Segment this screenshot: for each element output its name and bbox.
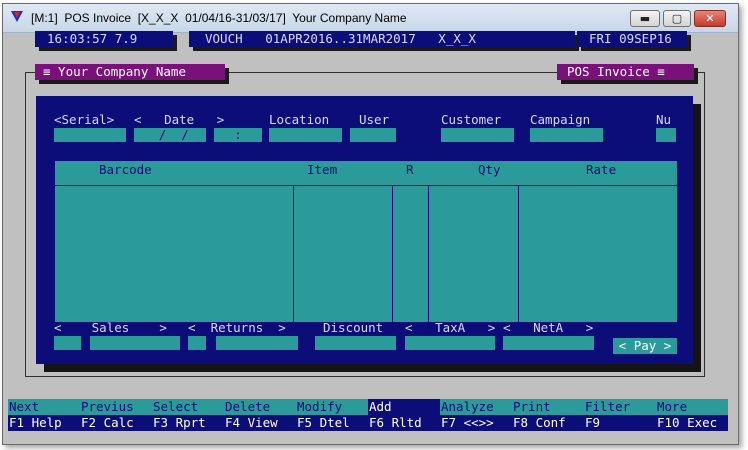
column-divider (518, 185, 519, 322)
sales-amount-field[interactable] (90, 336, 180, 350)
maximize-button[interactable]: ▢ (663, 10, 691, 27)
sales-flag-field[interactable] (54, 336, 81, 350)
table-header: Barcode Item R Qty Rate (55, 161, 677, 186)
fkey-action-label[interactable]: Modify (296, 399, 368, 415)
window-title: [M:1] POS Invoice [X_X_X 01/04/16-31/03/… (31, 11, 407, 25)
fkey-key-label[interactable]: F7 <<>> (440, 415, 512, 431)
serial-label: <Serial> (54, 112, 115, 127)
date-field[interactable]: / / (134, 128, 206, 142)
fkey-f1[interactable]: Next F1 Help (8, 399, 80, 431)
clock-display: 16:03:57 7.9 (35, 31, 173, 47)
taxa-amount-field[interactable] (405, 336, 495, 350)
screen-menu-button[interactable]: POS Invoice ≡ (557, 64, 694, 80)
number-field[interactable] (656, 128, 676, 142)
fkey-action-label[interactable]: Filter (584, 399, 656, 415)
campaign-label: Campaign (530, 112, 591, 127)
fkey-f7[interactable]: Analyze F7 <<>> (440, 399, 512, 431)
fkey-action-label[interactable]: Analyze (440, 399, 512, 415)
returns-flag-field[interactable] (188, 336, 206, 350)
close-button[interactable]: ✕ (694, 10, 726, 27)
title-bar[interactable]: [M:1] POS Invoice [X_X_X 01/04/16-31/03/… (3, 4, 738, 33)
fkey-action-label[interactable]: Next (8, 399, 80, 415)
neta-label: < NetA > (503, 320, 594, 335)
fkey-key-label[interactable]: F9 (584, 415, 656, 431)
taxa-label: < TaxA > (405, 320, 496, 335)
location-field[interactable] (269, 128, 342, 142)
fkey-f2[interactable]: Previus F2 Calc (80, 399, 152, 431)
fkey-key-label[interactable]: F1 Help (8, 415, 80, 431)
fkey-f8[interactable]: Print F8 Conf (512, 399, 584, 431)
fkey-f10[interactable]: More F10 Exec (656, 399, 728, 431)
user-field[interactable] (350, 128, 396, 142)
neta-amount-field[interactable] (503, 336, 594, 350)
column-header-item[interactable]: Item (307, 162, 337, 177)
line-items-table[interactable]: Barcode Item R Qty Rate (55, 161, 677, 322)
location-label: Location (269, 112, 330, 127)
column-header-r[interactable]: R (406, 162, 414, 177)
discount-label: Discount (323, 320, 384, 335)
campaign-field[interactable] (530, 128, 603, 142)
fkey-action-label[interactable]: Print (512, 399, 584, 415)
fkey-key-label[interactable]: F2 Calc (80, 415, 152, 431)
customer-field[interactable] (441, 128, 514, 142)
column-divider (293, 185, 294, 322)
column-header-rate[interactable]: Rate (586, 162, 616, 177)
serial-field[interactable] (54, 128, 126, 142)
fkey-f6[interactable]: Add F6 Rltd (368, 399, 440, 431)
date-label: < Date > (134, 112, 225, 127)
pay-button[interactable]: < Pay > (613, 338, 677, 354)
minimize-button[interactable]: ▬ (630, 10, 660, 27)
column-header-qty[interactable]: Qty (478, 162, 501, 177)
sales-label: < Sales > (54, 320, 167, 335)
app-logo-icon[interactable] (11, 11, 23, 22)
fkey-key-label[interactable]: F5 Dtel (296, 415, 368, 431)
fkey-action-label[interactable]: Previus (80, 399, 152, 415)
fkey-action-label[interactable]: Select (152, 399, 224, 415)
column-divider (392, 185, 393, 322)
number-label: Nu (656, 112, 672, 127)
voucher-period-display: VOUCH 01APR2016..31MAR2017 X_X_X (189, 31, 575, 47)
fkey-f5[interactable]: Modify F5 Dtel (296, 399, 368, 431)
returns-amount-field[interactable] (216, 336, 298, 350)
fkey-f3[interactable]: Select F3 Rprt (152, 399, 224, 431)
fkey-key-label[interactable]: F3 Rprt (152, 415, 224, 431)
fkey-key-label[interactable]: F4 View (224, 415, 296, 431)
customer-label: Customer (441, 112, 502, 127)
user-label: User (359, 112, 390, 127)
column-header-barcode[interactable]: Barcode (99, 162, 152, 177)
day-date-display: FRI 09SEP16 (577, 31, 687, 47)
fkey-action-label[interactable]: Add (368, 399, 440, 415)
column-divider (428, 185, 429, 322)
discount-amount-field[interactable] (315, 336, 396, 350)
fkey-f4[interactable]: Delete F4 View (224, 399, 296, 431)
fkey-key-label[interactable]: F10 Exec (656, 415, 728, 431)
fkey-f9[interactable]: Filter F9 (584, 399, 656, 431)
fkey-action-label[interactable]: More (656, 399, 728, 415)
fkey-action-label[interactable]: Delete (224, 399, 296, 415)
returns-label: < Returns > (188, 320, 286, 335)
fkey-key-label[interactable]: F8 Conf (512, 415, 584, 431)
time-field[interactable]: : (214, 128, 262, 142)
app-window: [M:1] POS Invoice [X_X_X 01/04/16-31/03/… (2, 3, 739, 445)
fkey-key-label[interactable]: F6 Rltd (368, 415, 440, 431)
company-menu-button[interactable]: ≡ Your Company Name (35, 64, 225, 80)
